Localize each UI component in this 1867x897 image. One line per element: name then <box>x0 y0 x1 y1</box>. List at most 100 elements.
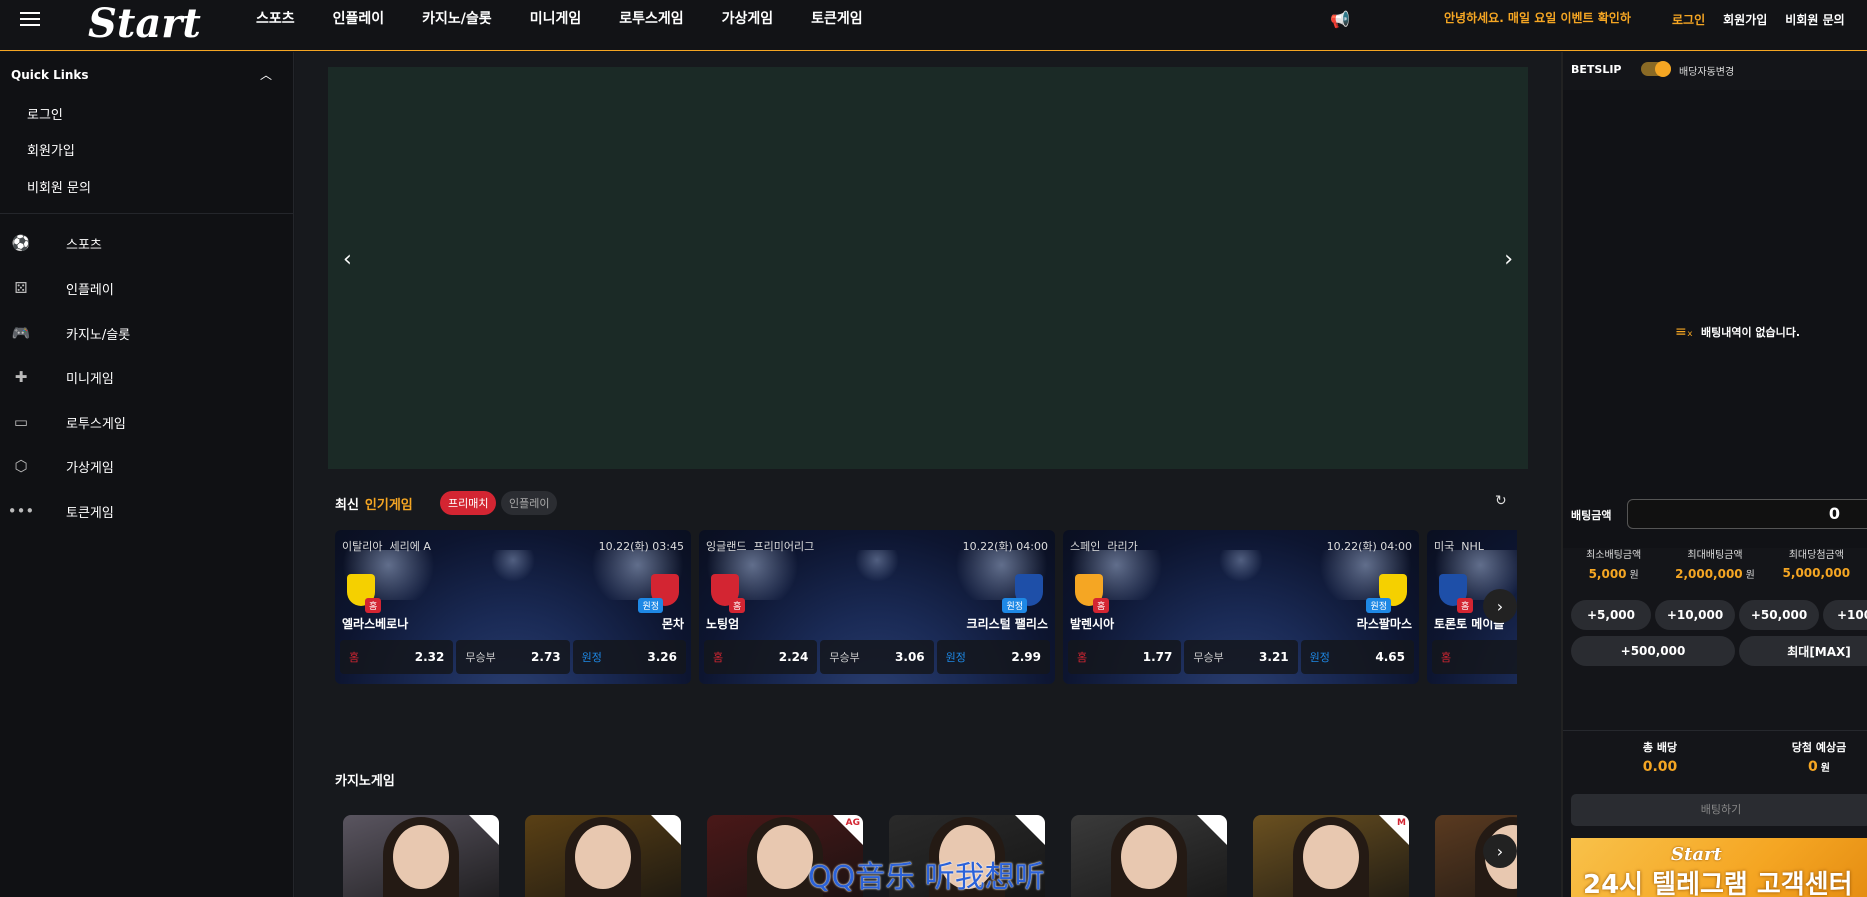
odd-away-button[interactable]: 원정 2.99 <box>936 640 1050 674</box>
bet-limits: 최소배팅금액 5,000 원 최대배팅금액 2,000,000 원 최대당첨금액 5… <box>1563 546 1867 581</box>
title-latest: 최신 <box>335 498 359 513</box>
hamburger-menu-icon[interactable] <box>20 12 40 28</box>
tab-inplay[interactable]: 인플레이 <box>501 491 558 515</box>
promo-brand: Start <box>1671 844 1722 865</box>
odd-label: 무승부 <box>1193 651 1224 664</box>
signup-link[interactable]: 회원가입 <box>1723 11 1767 28</box>
quick-link-guest-inquiry[interactable]: 비회원 문의 <box>27 177 91 196</box>
odd-draw-button[interactable]: 무승부 3.06 <box>820 640 934 674</box>
chip-5000[interactable]: +5,000 <box>1571 600 1651 630</box>
chevron-left-icon[interactable]: ‹ <box>343 247 352 272</box>
sidebar-item-lotus[interactable]: ▭ 로투스게임 <box>0 402 294 442</box>
dealer-image <box>1121 825 1177 889</box>
sidebar-item-label: 토큰게임 <box>66 505 114 521</box>
odd-away-button[interactable]: 원정 3.26 <box>572 640 686 674</box>
betslip-panel: BETSLIP 배당자동변경 ≡ₓ 배팅내역이 없습니다. 배팅금액 0 최소배… <box>1561 52 1867 897</box>
nav-minigame[interactable]: 미니게임 <box>530 8 582 28</box>
away-team: 몬차 <box>661 617 684 631</box>
nav-token[interactable]: 토큰게임 <box>811 8 863 28</box>
max-bet: 최대배팅금액 2,000,000 원 <box>1664 546 1765 581</box>
sidebar-item-sports[interactable]: ⚽ 스포츠 <box>0 223 294 263</box>
refresh-icon[interactable]: ↻ <box>1495 493 1507 509</box>
chip-100000[interactable]: +100,000 <box>1823 600 1867 630</box>
popular-section-title: 최신 인기게임 <box>335 494 413 513</box>
casino-provider-tile[interactable]: DreamGame <box>525 815 681 897</box>
match-card[interactable]: 이탈리아 세리에 A 10.22(화) 03:45 홈 원정 엘라스베로나 몬차 홈 2.32… <box>335 530 691 684</box>
guest-inquiry-link[interactable]: 비회원 문의 <box>1785 11 1844 28</box>
odd-label: 원정 <box>1309 651 1330 664</box>
odd-home-button[interactable]: 홈 2.24 <box>704 640 818 674</box>
stadium-lights <box>699 550 1055 600</box>
nav-sports[interactable]: 스포츠 <box>256 8 295 28</box>
tab-prematch[interactable]: 프리매치 <box>440 491 497 515</box>
notice-ticker: 안녕하세요. 매일 요일 이벤트 확인하 <box>1444 11 1631 25</box>
chip-500000[interactable]: +500,000 <box>1571 636 1735 666</box>
max-win-label: 최대당첨금액 <box>1788 550 1844 561</box>
bet-amount-input[interactable]: 0 <box>1627 499 1867 529</box>
odd-away-button[interactable]: 원정 4.65 <box>1300 640 1414 674</box>
casino-next-button[interactable]: › <box>1483 834 1517 868</box>
nav-lotus[interactable]: 로투스게임 <box>619 8 683 28</box>
promo-headline: 24시 텔레그램 고객센터 <box>1583 870 1853 897</box>
casino-provider-tile[interactable]: WM Live <box>1071 815 1227 897</box>
home-badge: 홈 <box>365 598 382 613</box>
odd-value: 1.77 <box>1142 650 1173 664</box>
odd-home-button[interactable]: 홈2. <box>1432 640 1517 674</box>
sidebar-divider <box>0 213 294 214</box>
odds-row: 홈 2.32 무승부 2.73 원정 3.26 <box>340 640 686 674</box>
match-card[interactable]: 스페인 라리가 10.22(화) 04:00 홈 원정 발렌시아 라스팔마스 홈 1.77 무승… <box>1063 530 1419 684</box>
sidebar-item-inplay[interactable]: ⚄ 인플레이 <box>0 268 294 308</box>
telegram-promo-banner[interactable]: Start 24시 텔레그램 고객센터 ✈ start991 <box>1571 838 1867 897</box>
casino-provider-tile[interactable]: MMicroGaming <box>1253 815 1409 897</box>
bet-amount-label: 배팅금액 <box>1571 509 1612 522</box>
main-nav: 스포츠 인플레이 카지노/슬롯 미니게임 로투스게임 가상게임 토큰게임 <box>256 8 901 28</box>
home-team: 엘라스베로나 <box>342 617 409 631</box>
sidebar-item-token[interactable]: ••• 토큰게임 <box>0 491 294 531</box>
chip-50000[interactable]: +50,000 <box>1739 600 1819 630</box>
gamepad-icon: 🎮 <box>11 324 31 342</box>
nav-virtual[interactable]: 가상게임 <box>722 8 774 28</box>
odd-home-button[interactable]: 홈 2.32 <box>340 640 454 674</box>
quick-link-login[interactable]: 로그인 <box>27 104 63 123</box>
provider-badge-text: M <box>1397 818 1406 828</box>
title-popular: 인기게임 <box>364 498 413 513</box>
odds-auto-change-toggle[interactable] <box>1641 61 1671 77</box>
watermark-text: QQ音乐 听我想听 <box>808 860 1045 895</box>
sidebar-item-casino-slot[interactable]: 🎮 카지노/슬롯 <box>0 313 294 353</box>
away-badge: 원정 <box>638 598 663 613</box>
chip-10000[interactable]: +10,000 <box>1655 600 1735 630</box>
sidebar-item-minigame[interactable]: ✚ 미니게임 <box>0 357 294 397</box>
match-card[interactable]: 잉글랜드 프리미어리그 10.22(화) 04:00 홈 원정 노팅엄 크리스털 팰리스 홈… <box>699 530 1055 684</box>
dealer-image <box>393 825 449 889</box>
away-team: 크리스털 팰리스 <box>966 617 1048 631</box>
site-logo[interactable]: Start <box>88 0 201 47</box>
nav-casino-slot[interactable]: 카지노/슬롯 <box>422 8 492 28</box>
login-link[interactable]: 로그인 <box>1672 11 1705 28</box>
quick-links-title: Quick Links <box>11 68 89 82</box>
place-bet-button[interactable]: 배팅하기 <box>1571 794 1867 826</box>
max-win-value: 5,000,000 <box>1782 566 1851 580</box>
quick-link-signup[interactable]: 회원가입 <box>27 140 75 159</box>
odd-label: 홈 <box>1441 651 1452 664</box>
chevron-right-icon[interactable]: › <box>1504 247 1513 272</box>
odd-draw-button[interactable]: 무승부 3.21 <box>1184 640 1298 674</box>
cube-icon: ⬡ <box>14 457 28 475</box>
betslip-empty-area: ≡ₓ 배팅내역이 없습니다. <box>1563 90 1867 548</box>
chevron-up-icon[interactable]: ︿ <box>260 66 272 83</box>
match-league: 미국 NHL <box>1434 538 1484 554</box>
chip-max[interactable]: 최대[MAX] <box>1739 636 1867 666</box>
odd-label: 홈 <box>1077 651 1088 664</box>
dealer-image <box>575 825 631 889</box>
odd-draw-button[interactable]: 무승부 2.73 <box>456 640 570 674</box>
nav-inplay[interactable]: 인플레이 <box>333 8 385 28</box>
away-badge: 원정 <box>1366 598 1391 613</box>
dice-icon: ⚄ <box>14 279 28 297</box>
sidebar-item-virtual[interactable]: ⬡ 가상게임 <box>0 446 294 486</box>
carousel-next-button[interactable]: › <box>1483 589 1517 623</box>
min-bet: 최소배팅금액 5,000 원 <box>1563 546 1664 581</box>
provider-badge-text: AG <box>845 818 860 828</box>
odd-label: 원정 <box>945 651 966 664</box>
unit: 원 <box>1745 570 1755 581</box>
casino-provider-tile[interactable]: Evolution <box>343 815 499 897</box>
odd-home-button[interactable]: 홈 1.77 <box>1068 640 1182 674</box>
